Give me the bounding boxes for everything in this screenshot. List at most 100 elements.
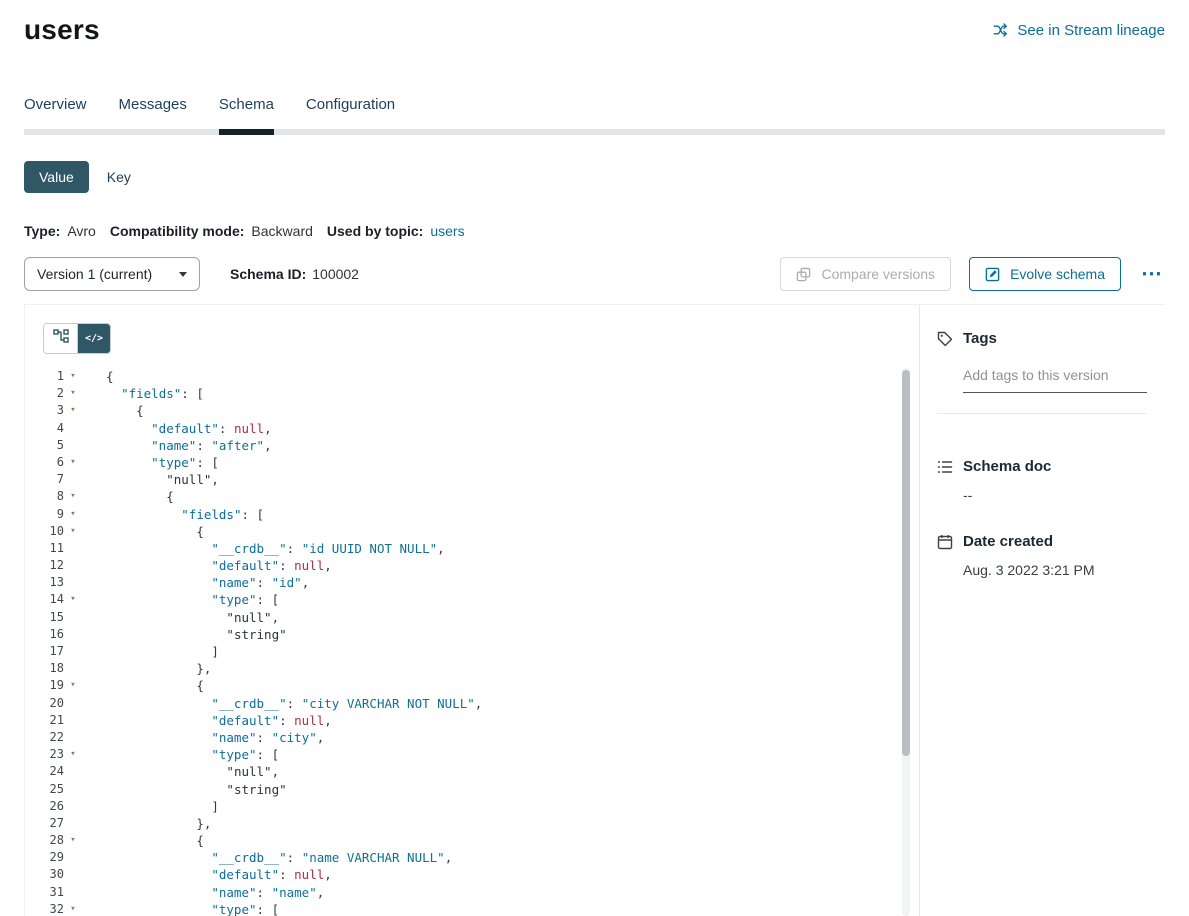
code-line: 21 "default": null, [25, 712, 919, 729]
schema-doc-section: Schema doc -- [937, 458, 1147, 503]
code-line: 2▾ "fields": [ [25, 385, 919, 402]
code-text: { [82, 832, 204, 849]
code-line: 5 "name": "after", [25, 437, 919, 454]
fold-toggle-icon[interactable]: ▾ [64, 402, 82, 419]
tab-overview[interactable]: Overview [24, 86, 87, 135]
tree-view-icon [53, 329, 69, 348]
tags-title: Tags [963, 330, 997, 347]
code-view-button[interactable]: </> [77, 324, 110, 353]
compare-versions-button[interactable]: Compare versions [780, 257, 951, 291]
evolve-schema-button[interactable]: Evolve schema [969, 257, 1121, 291]
fold-toggle-icon[interactable]: ▾ [64, 677, 82, 694]
code-text: "fields": [ [82, 506, 264, 523]
more-menu-button[interactable]: ⋯ [1139, 264, 1165, 284]
fold-toggle-icon[interactable]: ▾ [64, 591, 82, 608]
compatibility-value: Backward [251, 223, 312, 239]
code-line: 18 }, [25, 660, 919, 677]
value-key-toggle: Value Key [24, 161, 1165, 193]
line-number: 10 [25, 523, 64, 540]
code-text: "null", [82, 471, 219, 488]
code-line: 17 ] [25, 643, 919, 660]
code-text: "string" [82, 781, 287, 798]
schema-id: Schema ID: 100002 [230, 266, 359, 282]
code-text: "null", [82, 763, 279, 780]
code-line: 11 "__crdb__": "id UUID NOT NULL", [25, 540, 919, 557]
schema-content: </> 1▾{2▾ "fields": [3▾ {4 "default": nu… [24, 304, 1165, 916]
line-number: 9 [25, 506, 64, 523]
list-icon [937, 459, 953, 475]
editor-scrollbar[interactable] [902, 368, 910, 916]
fold-toggle-icon[interactable]: ▾ [64, 506, 82, 523]
version-select-value: Version 1 (current) [37, 266, 152, 282]
fold-toggle-icon[interactable]: ▾ [64, 832, 82, 849]
code-view-icon: </> [85, 333, 103, 344]
line-number: 22 [25, 729, 64, 746]
schema-doc-title: Schema doc [963, 458, 1051, 475]
tab-messages[interactable]: Messages [119, 86, 187, 135]
copy-icon [796, 266, 812, 282]
fold-gutter [64, 729, 82, 746]
value-toggle-button[interactable]: Value [24, 161, 89, 193]
code-text: "type": [ [82, 591, 279, 608]
fold-gutter [64, 884, 82, 901]
code-line: 6▾ "type": [ [25, 454, 919, 471]
code-text: "__crdb__": "city VARCHAR NOT NULL", [82, 695, 482, 712]
code-line: 16 "string" [25, 626, 919, 643]
line-number: 8 [25, 488, 64, 505]
schema-sidebar: Tags Schema doc -- [919, 305, 1165, 916]
stream-lineage-link[interactable]: See in Stream lineage [993, 22, 1165, 39]
compare-versions-label: Compare versions [821, 266, 935, 282]
code-text: "type": [ [82, 901, 279, 916]
fold-toggle-icon[interactable]: ▾ [64, 746, 82, 763]
code-text: "type": [ [82, 454, 219, 471]
code-line: 7 "null", [25, 471, 919, 488]
fold-toggle-icon[interactable]: ▾ [64, 454, 82, 471]
code-line: 19▾ { [25, 677, 919, 694]
tab-bar: Overview Messages Schema Configuration [24, 86, 1165, 135]
code-text: "string" [82, 626, 287, 643]
fold-gutter [64, 712, 82, 729]
code-text: "default": null, [82, 557, 332, 574]
line-number: 16 [25, 626, 64, 643]
topic-link[interactable]: users [430, 223, 464, 239]
tag-icon [937, 331, 953, 347]
version-select[interactable]: Version 1 (current) [24, 257, 200, 291]
line-number: 12 [25, 557, 64, 574]
code-line: 32▾ "type": [ [25, 901, 919, 916]
code-line: 31 "name": "name", [25, 884, 919, 901]
code-text: { [82, 402, 144, 419]
line-number: 23 [25, 746, 64, 763]
tree-view-button[interactable] [44, 324, 77, 353]
line-number: 20 [25, 695, 64, 712]
code-line: 1▾{ [25, 368, 919, 385]
code-text: { [82, 523, 204, 540]
code-line: 20 "__crdb__": "city VARCHAR NOT NULL", [25, 695, 919, 712]
fold-gutter [64, 420, 82, 437]
tab-schema[interactable]: Schema [219, 86, 274, 135]
line-number: 3 [25, 402, 64, 419]
code-text: "fields": [ [82, 385, 204, 402]
tab-configuration[interactable]: Configuration [306, 86, 395, 135]
fold-toggle-icon[interactable]: ▾ [64, 368, 82, 385]
code-text: ] [82, 643, 219, 660]
code-line: 9▾ "fields": [ [25, 506, 919, 523]
calendar-icon [937, 534, 953, 550]
line-number: 19 [25, 677, 64, 694]
fold-toggle-icon[interactable]: ▾ [64, 488, 82, 505]
code-line: 23▾ "type": [ [25, 746, 919, 763]
fold-gutter [64, 471, 82, 488]
code-text: "default": null, [82, 420, 272, 437]
fold-gutter [64, 609, 82, 626]
fold-toggle-icon[interactable]: ▾ [64, 385, 82, 402]
add-tags-input[interactable] [963, 363, 1147, 393]
fold-toggle-icon[interactable]: ▾ [64, 901, 82, 916]
fold-toggle-icon[interactable]: ▾ [64, 523, 82, 540]
key-toggle-button[interactable]: Key [103, 161, 135, 193]
chevron-down-icon [179, 272, 187, 277]
code-text: }, [82, 660, 211, 677]
code-line: 10▾ { [25, 523, 919, 540]
code-text: "null", [82, 609, 279, 626]
scrollbar-thumb[interactable] [902, 370, 910, 756]
code-text: }, [82, 815, 211, 832]
fold-gutter [64, 437, 82, 454]
